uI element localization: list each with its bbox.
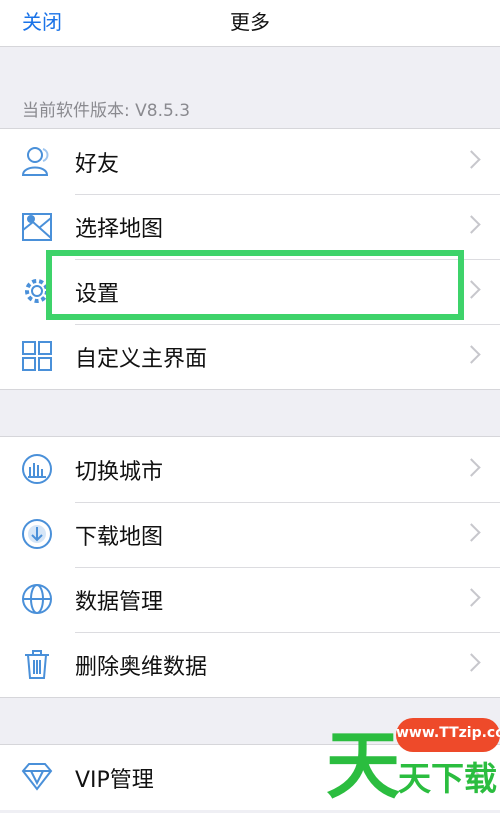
menu-item-customize-home[interactable]: 自定义主界面	[0, 324, 500, 389]
menu-item-label: 设置	[75, 282, 120, 307]
menu-item-data-management[interactable]: 数据管理	[0, 567, 500, 632]
grid-icon	[22, 341, 52, 371]
menu-item-download-map[interactable]: 下载地图	[0, 502, 500, 567]
menu-group-2: 切换城市 下载地图 数据管理 删除奥维数据	[0, 436, 500, 698]
menu-item-label: VIP管理	[75, 768, 154, 793]
version-label: 当前软件版本: V8.5.3	[22, 101, 191, 121]
map-select-icon	[22, 213, 52, 241]
globe-icon	[22, 584, 52, 614]
watermark-url: www.TTzip.com	[396, 725, 500, 741]
menu-item-label: 下载地图	[75, 525, 164, 550]
menu-item-switch-city[interactable]: 切换城市	[0, 437, 500, 502]
chevron-right-icon	[462, 280, 481, 299]
menu-item-delete-data[interactable]: 删除奥维数据	[0, 632, 500, 697]
menu-group-1: 好友 选择地图 设置 自定义主界面	[0, 128, 500, 390]
download-icon	[22, 519, 52, 549]
watermark-big-char: 天	[326, 723, 400, 809]
city-icon	[22, 454, 52, 484]
watermark-text: 天下载	[398, 759, 497, 798]
menu-item-label: 自定义主界面	[75, 347, 208, 372]
chevron-right-icon	[462, 653, 481, 672]
watermark-logo: 天 www.TTzip.com 天下载	[318, 712, 500, 809]
watermark-url-badge: www.TTzip.com	[396, 718, 500, 752]
menu-item-select-map[interactable]: 选择地图	[0, 194, 500, 259]
trash-icon	[25, 650, 49, 679]
menu-item-settings[interactable]: 设置	[0, 259, 500, 324]
gear-icon	[25, 279, 49, 303]
chevron-right-icon	[462, 150, 481, 169]
chevron-right-icon	[462, 523, 481, 542]
chevron-right-icon	[462, 345, 481, 364]
friends-icon	[21, 147, 49, 176]
menu-item-label: 删除奥维数据	[75, 655, 208, 680]
chevron-right-icon	[462, 588, 481, 607]
menu-item-friends[interactable]: 好友	[0, 129, 500, 194]
chevron-right-icon	[462, 215, 481, 234]
nav-bar: 关闭 更多	[0, 0, 500, 47]
menu-item-label: 切换城市	[75, 460, 164, 485]
page-title: 更多	[230, 10, 270, 34]
menu-item-label: 好友	[75, 152, 120, 177]
chevron-right-icon	[462, 458, 481, 477]
menu-item-label: 数据管理	[75, 590, 164, 615]
menu-item-label: 选择地图	[75, 217, 164, 242]
diamond-icon	[21, 763, 53, 791]
